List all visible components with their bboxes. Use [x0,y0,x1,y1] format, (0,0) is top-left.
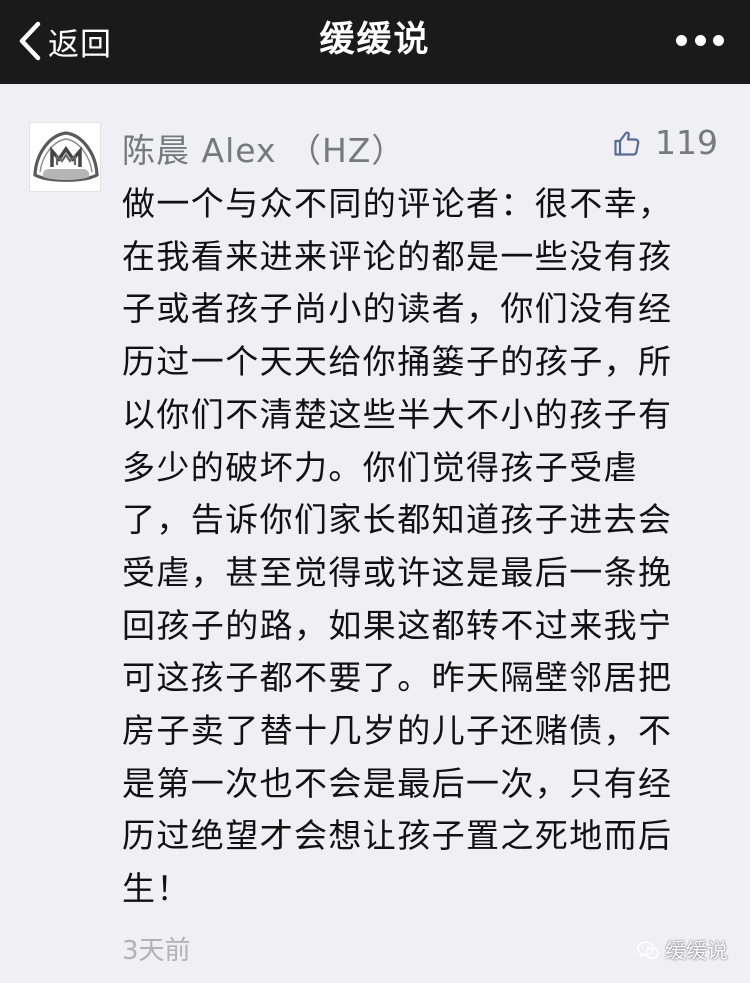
like-button[interactable]: 119 [613,123,718,162]
comment-line: 生！ [122,869,191,909]
comment-line: 回孩子的路，如果这都转不过来我宁 [122,605,673,645]
comment-line: 是第一次也不会是最后一次，只有经 [122,763,673,803]
comment-line: 子或者孩子尚小的读者，你们没有经 [122,289,673,329]
comment-line: 以你们不清楚这些半大不小的孩子有 [122,394,673,434]
comment-line: 可这孩子都不要了。昨天隔壁邻居把 [122,658,673,698]
comment-body: 做一个与众不同的评论者：很不幸， 在我看来进来评论的都是一些没有孩 子或者孩子尚… [122,178,722,916]
comment-line: 做一个与众不同的评论者：很不幸， [122,184,673,223]
comment-line: 在我看来进来评论的都是一些没有孩 [122,236,673,276]
more-dots-icon[interactable] [676,30,724,50]
wechat-logo-icon [637,940,659,959]
comment-line: 受虐，甚至觉得或许这是最后一条挽 [122,552,673,592]
comment-line: 房子卖了替十几岁的儿子还赌债，不 [122,711,673,751]
comment-time: 3天前 [122,936,191,966]
navigation-bar: 返回 缓缓说 [0,0,750,84]
page-title: 缓缓说 [319,20,431,60]
watermark-text: 缓缓说 [665,939,728,963]
thumbs-up-icon [614,131,640,156]
comment-line: 历过绝望才会想让孩子置之死地而后 [122,816,673,856]
avatar[interactable] [29,122,101,192]
comment-line: 多少的破坏力。你们觉得孩子受虐 [122,447,638,487]
maybach-logo-icon [33,131,99,182]
comment-author[interactable]: 陈晨 Alex （HZ） [122,124,405,172]
watermark: 缓缓说 [637,935,728,965]
more-dot [676,34,687,46]
more-dot [713,34,724,46]
like-count: 119 [655,123,718,162]
comment-line: 历过一个天天给你捅篓子的孩子，所 [122,342,673,382]
comment-line: 了，告诉你们家长都知道孩子进去会 [122,500,673,540]
more-dot [694,34,706,46]
